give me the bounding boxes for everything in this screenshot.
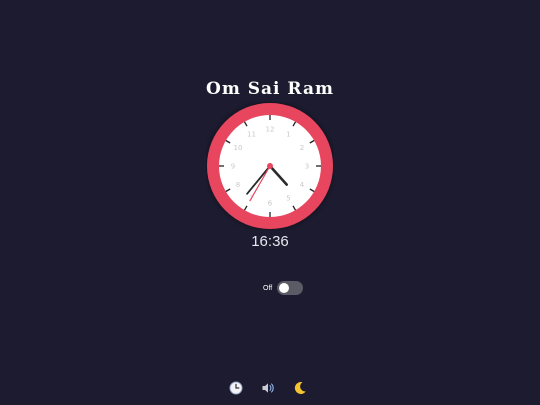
clock-page: Om Sai Ram 121234567891011 16:36 Off bbox=[0, 0, 540, 405]
toggle-knob[interactable] bbox=[279, 283, 290, 293]
toggle-label: Off bbox=[263, 284, 273, 292]
moon-icon bbox=[294, 381, 306, 394]
clock-button[interactable] bbox=[229, 381, 243, 395]
analog-clock-svg: 121234567891011 bbox=[207, 103, 333, 229]
clock-number: 6 bbox=[268, 200, 273, 208]
bottom-toolbar bbox=[229, 380, 307, 396]
clock-number: 1 bbox=[286, 130, 290, 138]
sound-button[interactable] bbox=[261, 381, 275, 395]
speaker-icon bbox=[262, 383, 274, 393]
center-pin bbox=[267, 163, 273, 169]
analog-clock: 121234567891011 bbox=[206, 102, 334, 230]
dark-mode-button[interactable] bbox=[293, 381, 307, 395]
clock-number: 9 bbox=[231, 163, 235, 171]
page-title: Om Sai Ram bbox=[206, 79, 334, 99]
clock-number: 10 bbox=[233, 144, 242, 152]
clock-number: 5 bbox=[286, 195, 290, 203]
toggle-switch[interactable] bbox=[277, 281, 304, 295]
clock-number: 12 bbox=[266, 126, 275, 134]
clock-number: 4 bbox=[300, 181, 305, 189]
clock-icon bbox=[229, 381, 243, 395]
clock-number: 3 bbox=[305, 163, 309, 171]
digital-time: 16:36 bbox=[251, 233, 289, 250]
clock-number: 2 bbox=[300, 144, 304, 152]
clock-number: 11 bbox=[247, 130, 256, 138]
clock-number: 8 bbox=[236, 181, 240, 189]
toggle-row: Off bbox=[263, 281, 304, 295]
